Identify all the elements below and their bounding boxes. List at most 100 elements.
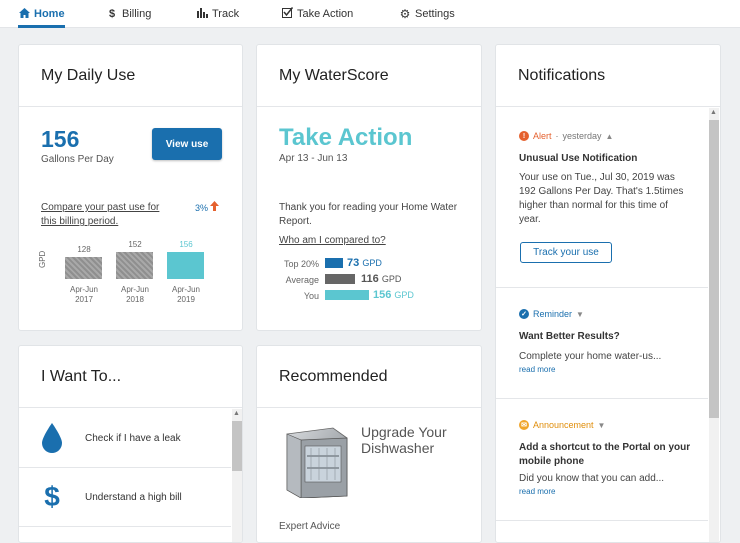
gear-icon: ⚙ xyxy=(399,7,411,21)
comparison-label-top: Top 20% xyxy=(283,259,319,269)
notification-alert-header[interactable]: ! Alert · yesterday ▲ xyxy=(519,131,613,141)
bar-chart-icon xyxy=(196,7,208,21)
announcement-type-label: Announcement xyxy=(533,420,594,430)
usage-bar-label: Apr-Jun 2018 xyxy=(120,285,149,304)
usage-bar xyxy=(65,257,102,279)
waterscore-thanks-text: Thank you for reading your Home Water Re… xyxy=(279,202,458,227)
usage-bar-value: 128 xyxy=(77,245,91,254)
alert-time: yesterday xyxy=(562,131,602,141)
caret-down-icon: ▼ xyxy=(576,309,584,319)
scroll-up-arrow-icon[interactable]: ▲ xyxy=(710,109,717,116)
nav-billing-label: Billing xyxy=(122,8,152,20)
waterscore-date-range: Apr 13 - Jun 13 xyxy=(279,153,348,164)
chart-y-axis-label: GPD xyxy=(38,250,47,268)
waterscore-status: Take Action xyxy=(279,124,413,151)
dollar-icon: $ xyxy=(44,481,60,512)
usage-bar xyxy=(116,252,153,279)
comparison-unit-you: GPD xyxy=(394,290,414,300)
notification-announcement-header[interactable]: ✉ Announcement ▼ xyxy=(519,420,605,430)
percent-change: 3% xyxy=(195,203,209,213)
alert-dash: · xyxy=(555,131,559,141)
reminder-type-label: Reminder xyxy=(533,309,573,319)
alert-type-label: Alert xyxy=(533,131,552,141)
comparison-label-you: You xyxy=(303,291,319,301)
comparison-unit-top: GPD xyxy=(362,258,382,268)
comparison-number-top: 73 xyxy=(347,257,360,269)
nav-track-label: Track xyxy=(212,8,240,20)
usage-bar-label: Apr-Jun 2019 xyxy=(171,285,200,304)
compare-past-use-link[interactable]: Compare your past use for this billing p… xyxy=(41,201,171,229)
daily-use-title: My Daily Use xyxy=(19,45,242,107)
notification-divider xyxy=(496,520,708,521)
nav-home[interactable]: Home xyxy=(18,0,65,28)
caret-up-icon: ▲ xyxy=(605,131,614,141)
view-use-button[interactable]: View use xyxy=(152,128,222,160)
notification-reminder-header[interactable]: ✓ Reminder ▼ xyxy=(519,309,584,319)
alert-icon: ! xyxy=(519,131,529,141)
comparison-label-average: Average xyxy=(285,275,319,285)
i-want-to-card: I Want To... Check if I have a leak $ Un… xyxy=(18,345,243,543)
comparison-bar-top xyxy=(325,258,343,268)
top-nav: Home $ Billing Track Take Action ⚙ Setti… xyxy=(0,0,740,28)
comparison-unit-average: GPD xyxy=(381,274,402,284)
usage-bar-label: Apr-Jun 2017 xyxy=(69,285,98,304)
arrow-up-icon xyxy=(210,201,219,214)
announcement-body: Did you know that you can add... xyxy=(519,473,665,484)
nav-take-action-label: Take Action xyxy=(297,8,354,20)
recommended-item-title[interactable]: Upgrade Your Dishwasher xyxy=(361,424,471,456)
dishwasher-image[interactable] xyxy=(281,426,351,503)
want-to-scrollbar-thumb[interactable] xyxy=(232,421,242,471)
usage-bar-value: 156 xyxy=(179,240,193,249)
announcement-icon: ✉ xyxy=(519,420,529,430)
comparison-bar-average xyxy=(325,274,355,284)
nav-settings[interactable]: ⚙ Settings xyxy=(399,0,455,28)
nav-take-action[interactable]: Take Action xyxy=(281,0,353,28)
recommended-title: Recommended xyxy=(257,346,481,408)
comparison-value-you: 156 GPD xyxy=(373,289,414,301)
recommended-card: Recommended Upgrade Your Dishwasher Expe… xyxy=(256,345,482,543)
daily-use-unit: Gallons Per Day xyxy=(41,154,114,165)
usage-bar xyxy=(167,252,204,279)
announcement-read-more-link[interactable]: read more xyxy=(519,487,555,496)
nav-track[interactable]: Track xyxy=(196,0,239,28)
alert-body: Your use on Tue., Jul 30, 2019 was 192 G… xyxy=(519,172,684,225)
notification-divider xyxy=(496,287,708,288)
want-item-leak-label: Check if I have a leak xyxy=(85,432,181,444)
reminder-icon: ✓ xyxy=(519,309,529,319)
water-drop-icon xyxy=(19,423,85,453)
nav-billing[interactable]: $ Billing xyxy=(106,0,151,28)
comparison-number-you: 156 xyxy=(373,289,392,301)
want-item-high-bill-label: Understand a high bill xyxy=(85,491,182,503)
notification-divider xyxy=(496,398,708,399)
reminder-title: Want Better Results? xyxy=(519,331,620,342)
usage-bar-value: 152 xyxy=(128,240,142,249)
who-compared-link[interactable]: Who am I compared to? xyxy=(279,235,386,246)
nav-settings-label: Settings xyxy=(415,8,455,20)
comparison-value-average: 116 GPD xyxy=(361,273,401,285)
want-item-leak[interactable]: Check if I have a leak xyxy=(19,409,231,468)
track-your-use-button[interactable]: Track your use xyxy=(520,242,612,263)
waterscore-card: My WaterScore Take Action Apr 13 - Jun 1… xyxy=(256,44,482,331)
comparison-value-top: 73 GPD xyxy=(347,257,382,269)
daily-use-card: My Daily Use 156 Gallons Per Day View us… xyxy=(18,44,243,331)
daily-use-value: 156 xyxy=(41,126,80,152)
alert-title: Unusual Use Notification xyxy=(519,153,638,164)
notifications-card: Notifications ▲ ! Alert · yesterday ▲ Un… xyxy=(495,44,721,543)
reminder-body: Complete your home water-us... xyxy=(519,351,662,362)
checkbox-icon xyxy=(281,7,293,21)
comparison-bar-you xyxy=(325,290,369,300)
waterscore-title: My WaterScore xyxy=(257,45,481,107)
caret-down-icon: ▼ xyxy=(597,420,606,430)
nav-home-label: Home xyxy=(34,8,65,20)
notifications-title: Notifications xyxy=(496,45,720,107)
announcement-title: Add a shortcut to the Portal on your mob… xyxy=(519,442,691,467)
recommended-category: Expert Advice xyxy=(279,521,341,532)
scroll-up-arrow-icon[interactable]: ▲ xyxy=(233,410,240,417)
i-want-to-title: I Want To... xyxy=(19,346,242,408)
want-item-high-bill[interactable]: $ Understand a high bill xyxy=(19,468,231,527)
dollar-icon: $ xyxy=(108,8,116,20)
home-icon xyxy=(18,7,30,21)
reminder-read-more-link[interactable]: read more xyxy=(519,365,555,374)
comparison-number-average: 116 xyxy=(361,273,379,285)
notifications-scrollbar-thumb[interactable] xyxy=(709,120,719,418)
